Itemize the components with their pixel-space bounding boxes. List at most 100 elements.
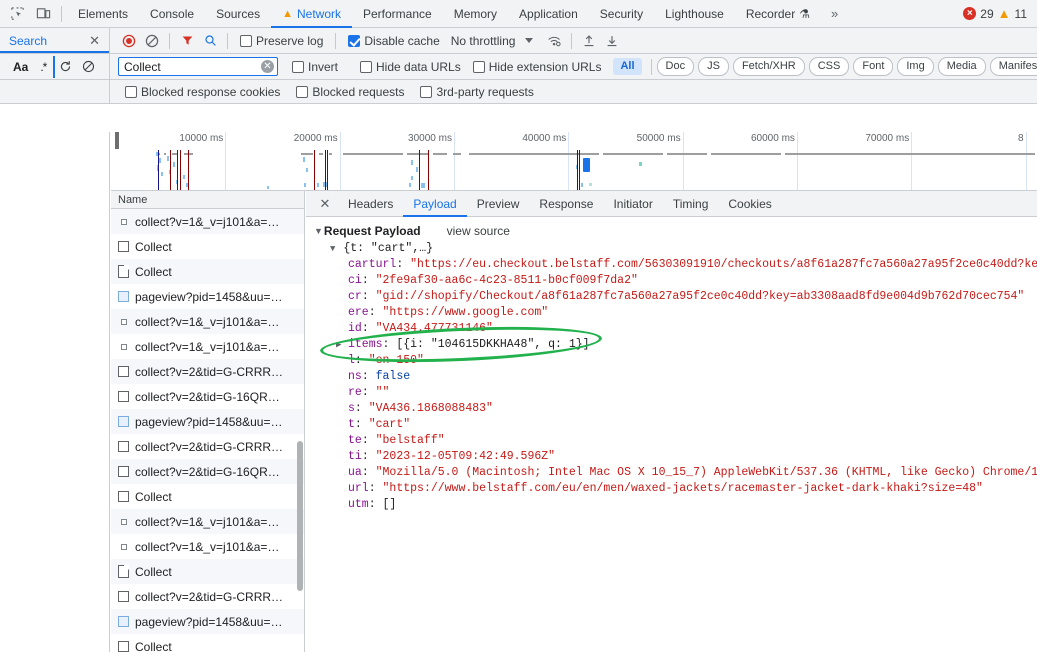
payload-entry[interactable]: ▶ items: [{i: "104615DKKHA48", q: 1}] [306, 337, 1037, 353]
tab-application[interactable]: Application [508, 0, 589, 28]
clear-icon[interactable] [141, 30, 163, 52]
clear-search-icon[interactable] [77, 56, 99, 78]
table-row[interactable]: Collect [111, 484, 304, 509]
filter-input-wrapper: ✕ [118, 57, 278, 76]
tab-memory[interactable]: Memory [443, 0, 508, 28]
refresh-icon[interactable] [53, 55, 75, 78]
table-row[interactable]: pageview?pid=1458&uu=… [111, 609, 304, 634]
detail-tab-payload[interactable]: Payload [403, 191, 466, 217]
close-detail-icon[interactable]: ✕ [314, 193, 336, 215]
more-tabs-button[interactable]: » [821, 6, 847, 21]
inspect-element-icon[interactable] [4, 1, 30, 27]
type-filter-css[interactable]: CSS [808, 57, 850, 76]
detail-tab-cookies[interactable]: Cookies [718, 191, 781, 217]
chevron-right-icon[interactable]: ▶ [336, 337, 348, 353]
payload-colon: : [361, 290, 376, 303]
tab-recorder[interactable]: Recorder ⚗ [735, 0, 821, 28]
search-drawer-tab[interactable]: Search ✕ [0, 28, 110, 53]
type-filter-all[interactable]: All [613, 58, 642, 75]
detail-tab-list: Headers Payload Preview Response Initiator Ti… [338, 191, 782, 217]
device-toolbar-icon[interactable] [30, 1, 56, 27]
table-row[interactable]: collect?v=1&_v=j101&a=… [111, 509, 304, 534]
payload-colon: : [368, 498, 383, 511]
chevron-down-icon[interactable] [525, 38, 534, 43]
extra-filter-checkbox[interactable]: Blocked response cookies [125, 85, 280, 99]
record-icon[interactable] [118, 30, 140, 52]
detail-tab-preview[interactable]: Preview [467, 191, 530, 217]
toolbar-divider [61, 5, 62, 22]
clear-filter-icon[interactable]: ✕ [261, 60, 274, 73]
table-row[interactable]: Collect [111, 634, 304, 652]
preserve-log-checkbox[interactable]: Preserve log [240, 34, 323, 48]
close-icon[interactable]: ✕ [89, 33, 100, 49]
type-filter-font[interactable]: Font [853, 57, 894, 76]
payload-value: "VA436.1868088483" [368, 402, 493, 415]
table-row[interactable]: collect?v=2&tid=G-16QR… [111, 459, 304, 484]
request-list-scrollbar[interactable] [297, 441, 303, 591]
table-row[interactable]: pageview?pid=1458&uu=… [111, 284, 304, 309]
search-options: Aa .* [0, 53, 110, 80]
detail-tab-timing[interactable]: Timing [663, 191, 719, 217]
extra-filter-checkbox[interactable]: Blocked requests [296, 85, 404, 99]
tab-security[interactable]: Security [589, 0, 654, 28]
overview-window-handle[interactable] [115, 132, 119, 149]
square-icon [118, 366, 129, 377]
tab-elements[interactable]: Elements [67, 0, 139, 28]
regex-button[interactable]: .* [35, 60, 51, 74]
table-row[interactable]: collect?v=2&tid=G-CRRR… [111, 359, 304, 384]
detail-tab-response[interactable]: Response [529, 191, 603, 217]
warning-icon: ▲ [282, 7, 293, 20]
type-filter-img[interactable]: Img [897, 57, 934, 76]
detail-tab-headers[interactable]: Headers [338, 191, 403, 217]
error-count[interactable]: 29 [980, 7, 993, 21]
tab-console[interactable]: Console [139, 0, 205, 28]
network-conditions-icon[interactable] [543, 30, 565, 52]
hide-extension-urls-checkbox[interactable]: Hide extension URLs [472, 60, 601, 74]
match-case-button[interactable]: Aa [8, 60, 33, 74]
payload-root-object[interactable]: ▼ {t: "cart",…} [306, 241, 1037, 257]
request-payload-toggle[interactable]: ▼ Request Payload [314, 224, 421, 238]
hide-data-urls-checkbox[interactable]: Hide data URLs [360, 60, 461, 74]
payload-entry: ere: "https://www.google.com" [306, 305, 1037, 321]
tab-network[interactable]: ▲ Network [271, 0, 352, 28]
extra-filter-checkbox[interactable]: 3rd-party requests [420, 85, 534, 99]
detail-tab-initiator[interactable]: Initiator [603, 191, 662, 217]
overview-tick-label: 70000 ms [865, 133, 910, 144]
filter-input[interactable] [118, 57, 278, 76]
device-toolbar-glyph [36, 8, 50, 19]
type-filter-manifest[interactable]: Manifest [989, 57, 1037, 76]
tab-performance[interactable]: Performance [352, 0, 443, 28]
disable-cache-checkbox[interactable]: Disable cache [348, 34, 440, 48]
table-row[interactable]: Collect [111, 559, 304, 584]
request-name: collect?v=1&_v=j101&a=… [135, 539, 280, 554]
table-row[interactable]: collect?v=2&tid=G-16QR… [111, 384, 304, 409]
table-row[interactable]: Collect [111, 259, 304, 284]
overview-selected-request[interactable] [583, 158, 590, 172]
search-icon[interactable] [199, 30, 221, 52]
table-row[interactable]: collect?v=1&_v=j101&a=… [111, 534, 304, 559]
type-filter-doc[interactable]: Doc [656, 57, 695, 76]
warning-count[interactable]: 11 [1015, 7, 1027, 21]
invert-checkbox[interactable]: Invert [292, 60, 338, 74]
throttling-select[interactable]: No throttling [451, 34, 516, 48]
tab-sources[interactable]: Sources [205, 0, 271, 28]
view-source-link[interactable]: view source [447, 224, 510, 238]
tab-lighthouse[interactable]: Lighthouse [654, 0, 735, 28]
table-row[interactable]: collect?v=1&_v=j101&a=… [111, 309, 304, 334]
table-row[interactable]: collect?v=2&tid=G-CRRR… [111, 434, 304, 459]
table-row[interactable]: Collect [111, 234, 304, 259]
table-row[interactable]: collect?v=1&_v=j101&a=… [111, 334, 304, 359]
table-row[interactable]: collect?v=1&_v=j101&a=… [111, 209, 304, 234]
type-filter-fetch-xhr[interactable]: Fetch/XHR [732, 57, 805, 76]
table-row[interactable]: pageview?pid=1458&uu=… [111, 409, 304, 434]
name-column-header[interactable]: Name [111, 191, 304, 209]
export-har-icon[interactable] [601, 30, 623, 52]
import-har-icon[interactable] [578, 30, 600, 52]
type-filter-js[interactable]: JS [698, 57, 729, 76]
type-filter-media[interactable]: Media [937, 57, 986, 76]
network-overview-timeline[interactable]: 10000 ms 20000 ms 30000 ms 40000 ms 50000 ms… [111, 132, 1037, 191]
clear-glyph [145, 34, 159, 47]
filter-icon[interactable] [176, 30, 198, 52]
overview-tick-label: 40000 ms [522, 133, 567, 144]
table-row[interactable]: collect?v=2&tid=G-CRRR… [111, 584, 304, 609]
